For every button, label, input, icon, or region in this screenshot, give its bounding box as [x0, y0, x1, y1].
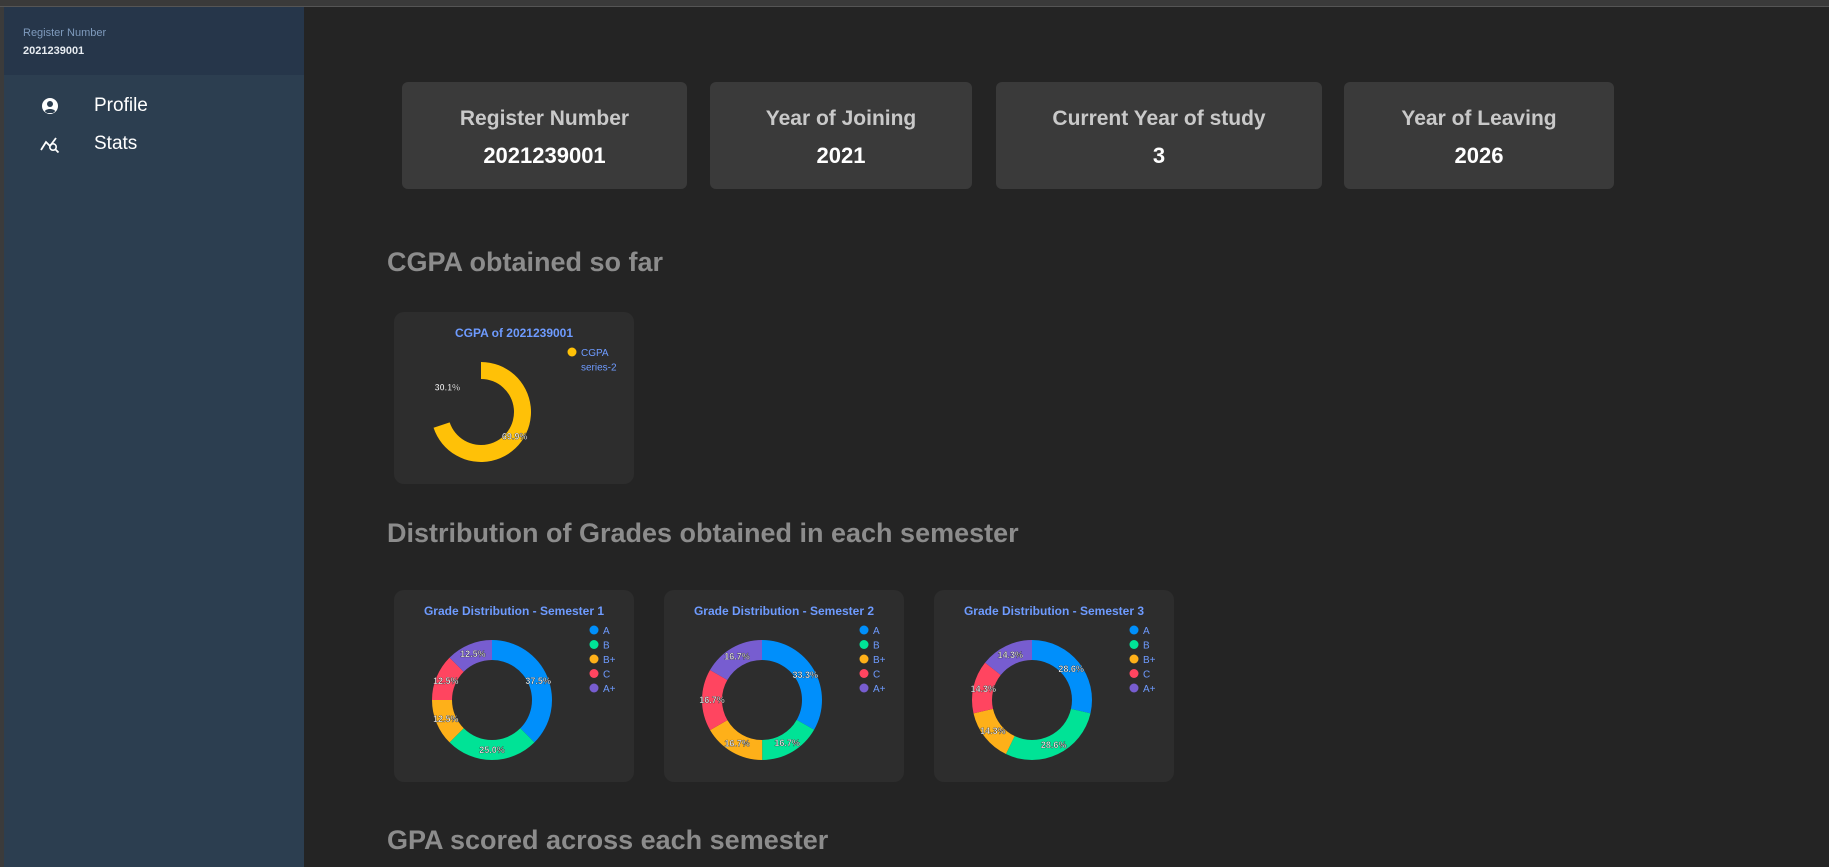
legend-marker [859, 654, 869, 664]
slice-value-label: 12.5% [433, 676, 459, 686]
info-card-current-year: Current Year of study 3 [996, 82, 1322, 189]
slice-value-label: 25.0% [479, 745, 505, 755]
cgpa-chart-card: CGPA of 2021239001 69.9% 30.1% CGPA series-2 [394, 312, 634, 484]
sidebar-item-label: Profile [94, 95, 148, 116]
legend-marker [859, 640, 869, 649]
card-value: 2026 [1454, 143, 1504, 168]
legend-item-b-plus[interactable]: B+ [1143, 655, 1156, 666]
legend-marker [589, 669, 599, 678]
semester-3-donut-chart: Grade Distribution - Semester 3 28.6% 28.6… [964, 604, 1156, 760]
info-card-year-of-leaving: Year of Leaving 2026 [1344, 82, 1614, 189]
cgpa-donut-chart: CGPA of 2021239001 69.9% 30.1% CGPA series-2 [431, 326, 617, 462]
semester-2-donut-chart: Grade Distribution - Semester 2 33.3% 16.7… [694, 604, 886, 760]
slice-value-label: 69.9% [502, 431, 528, 441]
chart-title: CGPA of 2021239001 [455, 326, 573, 340]
slice-value-label: 28.6% [1058, 664, 1084, 674]
slice-a[interactable] [762, 640, 822, 730]
slice-b[interactable] [1005, 708, 1091, 760]
slice-value-label: 16.7% [774, 738, 800, 748]
legend-marker [859, 625, 869, 635]
semester-2-chart-card: Grade Distribution - Semester 2 33.3% 16.7… [664, 590, 904, 782]
stats-icon [40, 134, 60, 154]
sidebar-header-value: 2021239001 [23, 45, 85, 57]
sidebar-item-stats[interactable]: Stats [4, 125, 304, 163]
chart-title: Grade Distribution - Semester 3 [964, 604, 1144, 618]
card-title: Year of Leaving [1401, 107, 1557, 130]
user-circle-icon [40, 96, 60, 116]
legend-marker [859, 669, 869, 678]
semester-1-chart-card: Grade Distribution - Semester 1 37.5% 25.0… [394, 590, 634, 782]
sidebar-header: Register Number 2021239001 [4, 7, 304, 75]
card-value: 3 [1152, 143, 1166, 168]
legend-marker [589, 625, 599, 635]
section-title-cgpa: CGPA obtained so far [387, 247, 664, 277]
legend-item-c[interactable]: C [1143, 670, 1150, 681]
card-title: Year of Joining [765, 107, 917, 130]
legend-item-a[interactable]: A [873, 626, 880, 637]
legend-item-b[interactable]: B [1143, 641, 1150, 652]
slice-value-label: 16.7% [724, 738, 750, 748]
legend-marker [1129, 683, 1139, 693]
slice-cgpa[interactable] [433, 362, 531, 462]
sidebar-item-label: Stats [94, 133, 138, 154]
legend-marker [1129, 640, 1139, 649]
legend-marker [1129, 654, 1139, 664]
legend-item-a-plus[interactable]: A+ [603, 684, 616, 695]
slice-value-label: 33.3% [792, 670, 818, 680]
sidebar: Register Number 2021239001 Profile Stats [4, 7, 304, 867]
legend-marker [1129, 625, 1139, 635]
slice-value-label: 30.1% [435, 383, 461, 393]
card-value: 2021239001 [483, 143, 606, 168]
slice-series-2[interactable] [431, 362, 481, 428]
legend-item-a-plus[interactable]: A+ [1143, 684, 1156, 695]
slice-value-label: 16.7% [699, 695, 725, 705]
slice-value-label: 12.5% [433, 714, 459, 724]
info-card-register-number: Register Number 2021239001 [402, 82, 687, 189]
legend-marker [859, 683, 869, 693]
legend-marker [1129, 669, 1139, 678]
legend-item-b[interactable]: B [603, 641, 610, 652]
slice-value-label: 14.3% [998, 650, 1024, 660]
legend-item-c[interactable]: C [603, 670, 610, 681]
legend-item-b-plus[interactable]: B+ [603, 655, 616, 666]
card-value: 2021 [816, 143, 866, 168]
slice-value-label: 12.5% [460, 649, 486, 659]
slice-value-label: 14.3% [970, 684, 996, 694]
chart-title: Grade Distribution - Semester 1 [424, 604, 604, 618]
slice-value-label: 14.3% [980, 726, 1006, 736]
chart-title: Grade Distribution - Semester 2 [694, 604, 874, 618]
legend-item-a[interactable]: A [1143, 626, 1150, 637]
sidebar-header-label: Register Number [23, 27, 107, 39]
legend-marker [589, 654, 599, 664]
legend-item-a[interactable]: A [603, 626, 610, 637]
sidebar-item-profile[interactable]: Profile [4, 87, 304, 125]
slice-value-label: 37.5% [525, 676, 551, 686]
section-title-distribution: Distribution of Grades obtained in each … [387, 518, 1019, 548]
sidebar-nav: Profile Stats [4, 75, 304, 163]
legend-marker [589, 640, 599, 649]
slice-a[interactable] [492, 640, 552, 743]
card-title: Register Number [459, 107, 630, 130]
legend-item-a-plus[interactable]: A+ [873, 684, 886, 695]
info-card-year-of-joining: Year of Joining 2021 [710, 82, 972, 189]
legend-item-b[interactable]: B [873, 641, 880, 652]
card-title: Current Year of study [1052, 107, 1266, 130]
legend-item-cgpa[interactable]: CGPA [581, 348, 609, 359]
section-title-gpa: GPA scored across each semester [387, 825, 829, 855]
slice-value-label: 16.7% [724, 652, 750, 662]
main-content: Register Number 2021239001 Year of Joini… [304, 7, 1829, 867]
legend-item-b-plus[interactable]: B+ [873, 655, 886, 666]
slice-a[interactable] [1032, 640, 1092, 714]
legend-marker [567, 347, 577, 357]
legend-item-series-2[interactable]: series-2 [581, 363, 617, 374]
slice-value-label: 28.6% [1041, 740, 1067, 750]
window-top-border [0, 0, 1829, 7]
legend-item-c[interactable]: C [873, 670, 880, 681]
semester-3-chart-card: Grade Distribution - Semester 3 28.6% 28.6… [934, 590, 1174, 782]
legend-marker [589, 683, 599, 693]
semester-1-donut-chart: Grade Distribution - Semester 1 37.5% 25.0… [424, 604, 616, 760]
